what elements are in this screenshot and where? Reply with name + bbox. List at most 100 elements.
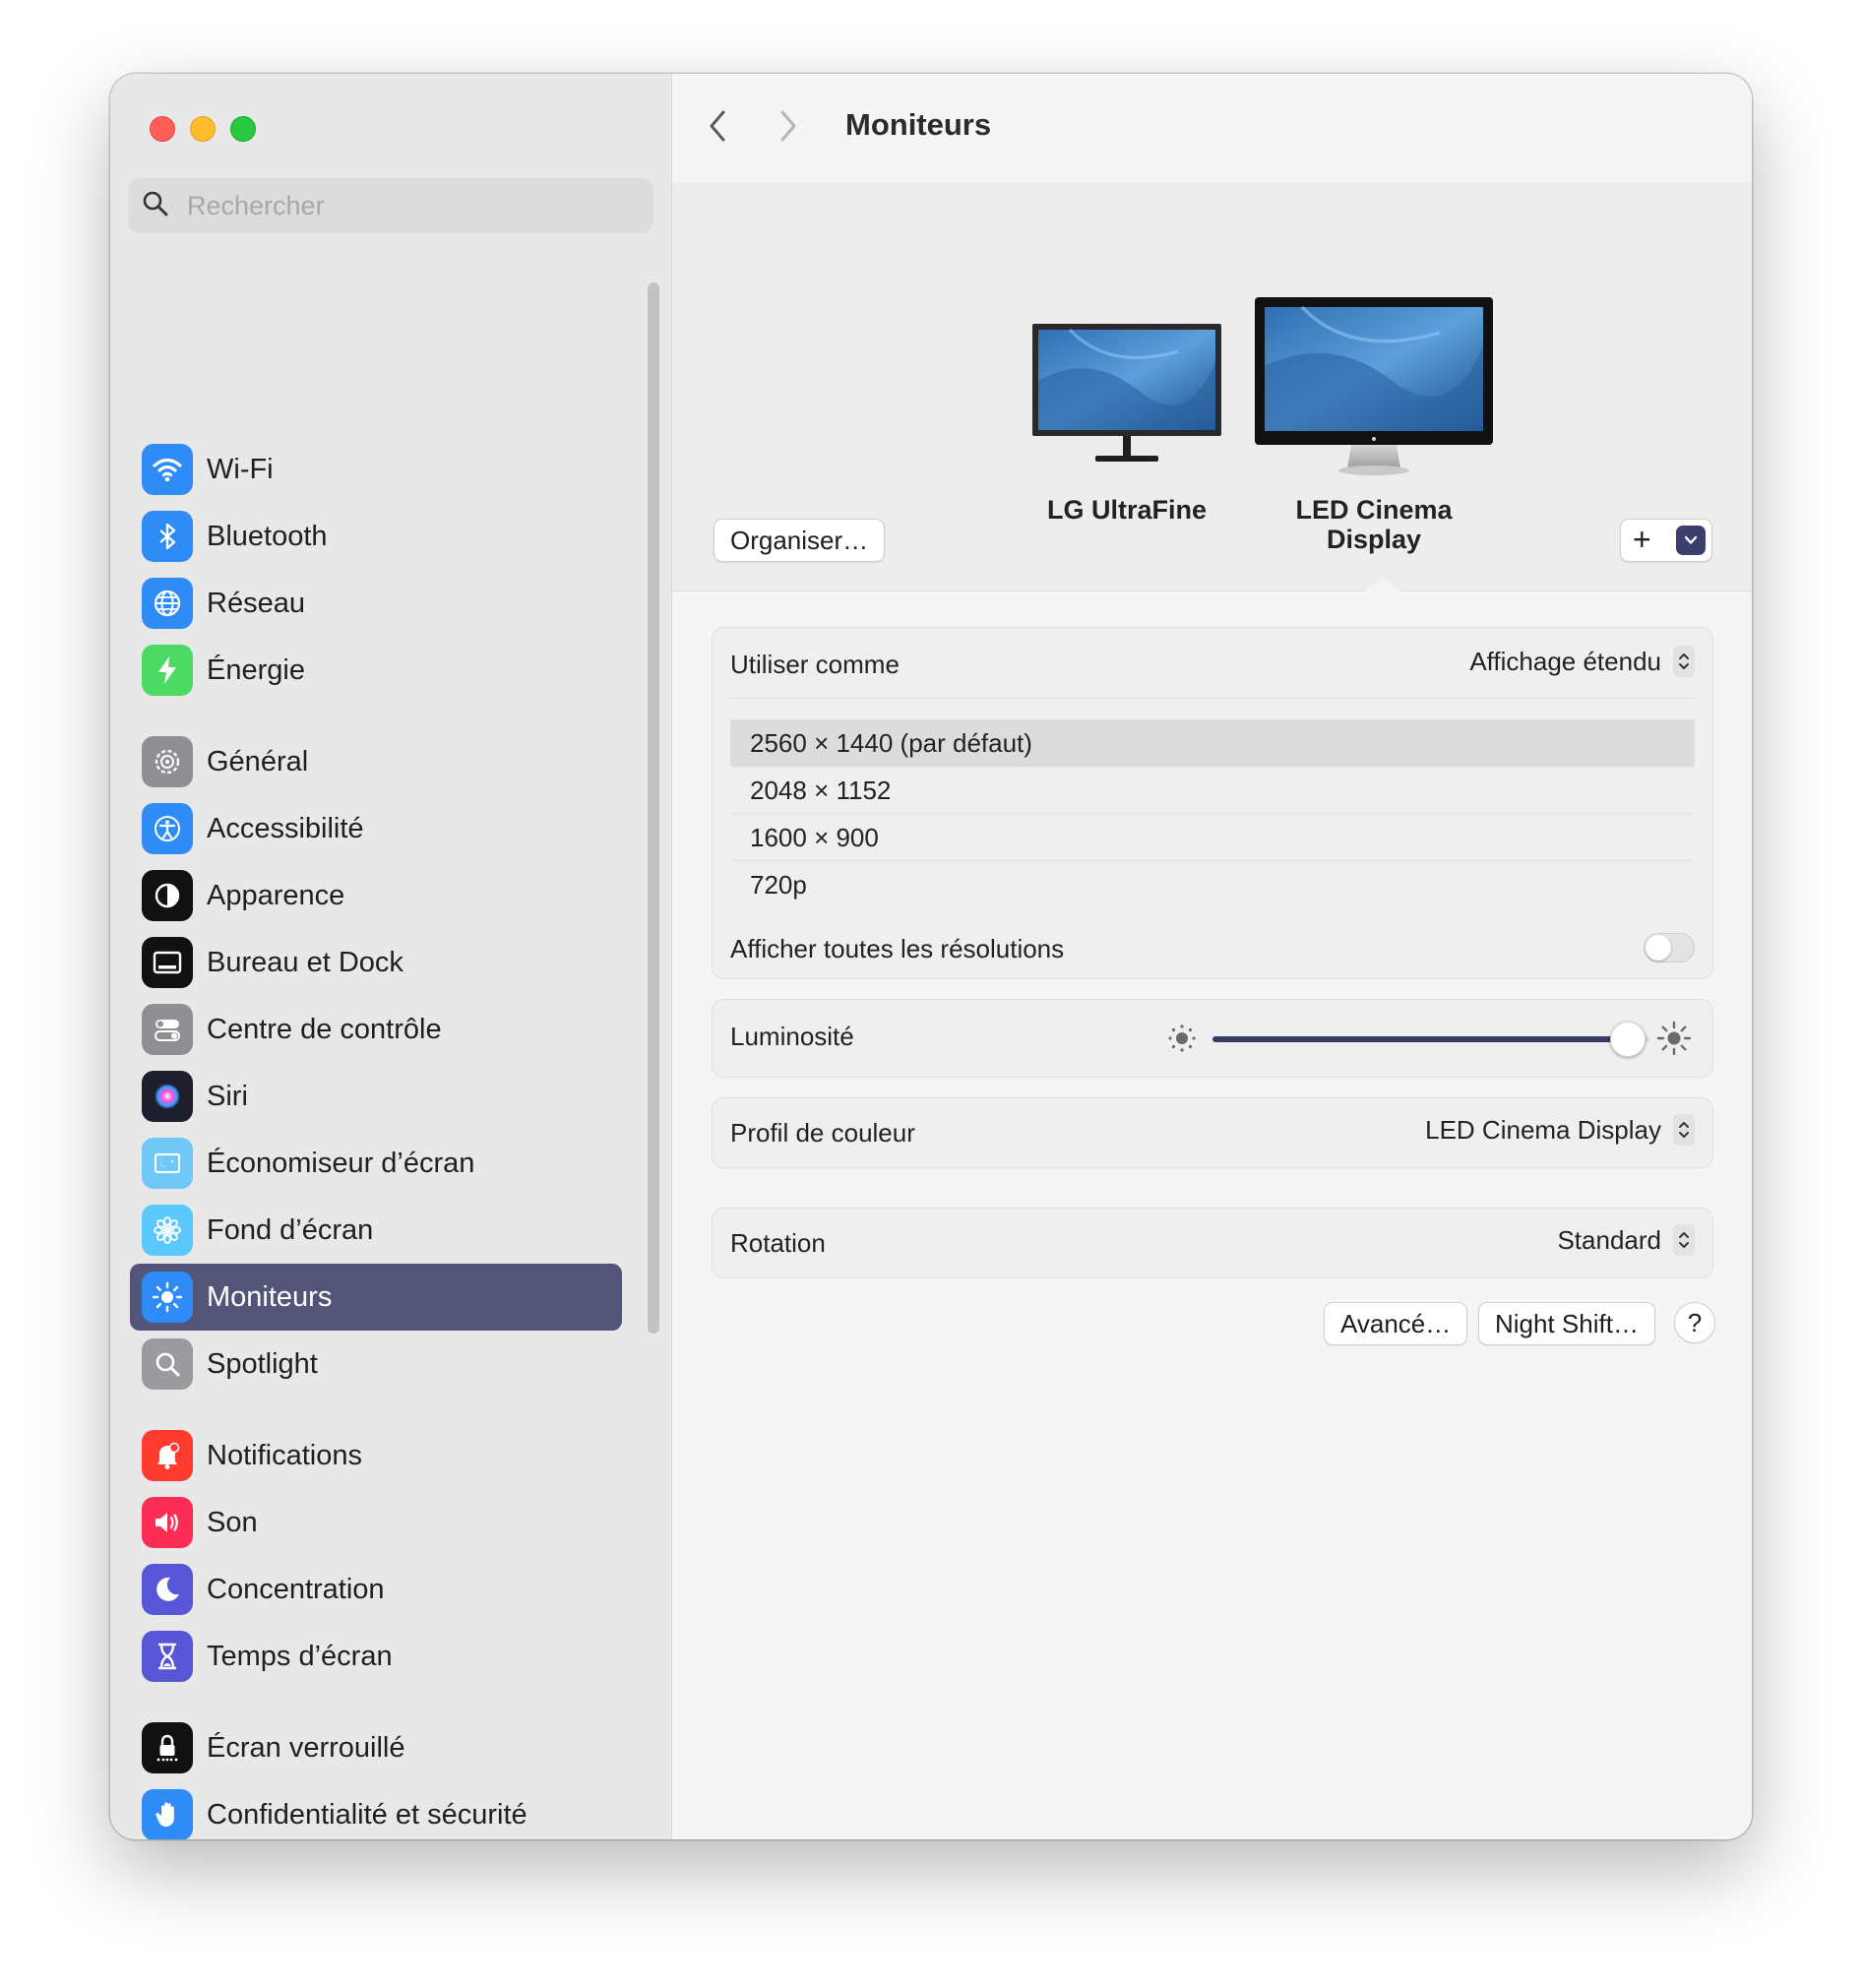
hand-icon xyxy=(142,1789,193,1839)
brightness-card: Luminosité xyxy=(712,999,1713,1078)
color-profile-value: LED Cinema Display xyxy=(1425,1114,1661,1145)
sidebar-item-displays[interactable]: Moniteurs xyxy=(130,1264,622,1331)
brightness-slider[interactable] xyxy=(1212,1022,1649,1057)
wifi-icon xyxy=(142,444,193,495)
sidebar-item-label: Énergie xyxy=(207,653,305,686)
close-button[interactable] xyxy=(150,116,175,142)
sidebar-item-label: Économiseur d’écran xyxy=(207,1147,475,1179)
page-title: Moniteurs xyxy=(845,107,992,142)
color-profile-card: Profil de couleur LED Cinema Display xyxy=(712,1097,1713,1168)
siri-icon xyxy=(142,1071,193,1122)
gear-icon xyxy=(142,736,193,787)
sidebar-item-spotlight[interactable]: Spotlight xyxy=(130,1331,622,1398)
sidebar-item-label: Son xyxy=(207,1506,258,1538)
sidebar-item-appearance[interactable]: Apparence xyxy=(130,862,622,929)
speaker-icon xyxy=(142,1497,193,1548)
sun-low-icon xyxy=(1168,1025,1196,1052)
sidebar-item-wallpaper[interactable]: Fond d’écran xyxy=(130,1197,622,1264)
sidebar-item-lock-screen[interactable]: Écran verrouillé xyxy=(130,1714,622,1781)
settings-window: Wi-Fi Bluetooth Réseau Énergie xyxy=(110,74,1752,1839)
sidebar-item-general[interactable]: Général xyxy=(130,728,622,795)
sidebar-item-accessibility[interactable]: Accessibilité xyxy=(130,795,622,862)
display-label-lg: LG UltraFine xyxy=(1046,495,1207,525)
accessibility-icon xyxy=(142,803,193,854)
advanced-button[interactable]: Avancé… xyxy=(1324,1302,1468,1345)
flower-icon xyxy=(142,1205,193,1256)
sidebar-item-label: Wi-Fi xyxy=(207,453,274,485)
updown-chevron-icon xyxy=(1673,1114,1695,1146)
sidebar-item-label: Moniteurs xyxy=(207,1280,333,1313)
sun-icon xyxy=(142,1272,193,1323)
toolbar: Moniteurs xyxy=(672,74,1752,182)
sidebar-scrollbar[interactable] xyxy=(648,282,659,1334)
resolution-list: 2560 × 1440 (par défaut) 2048 × 1152 160… xyxy=(730,719,1695,908)
display-label-cinema-line2: Display xyxy=(1326,525,1422,554)
sidebar-item-energy[interactable]: Énergie xyxy=(130,637,622,704)
search-input[interactable] xyxy=(185,189,622,222)
sidebar-item-screensaver[interactable]: Économiseur d’écran xyxy=(130,1130,622,1197)
zoom-button[interactable] xyxy=(230,116,256,142)
appearance-icon xyxy=(142,870,193,921)
bluetooth-icon xyxy=(142,511,193,562)
color-profile-popup[interactable]: LED Cinema Display xyxy=(1425,1114,1695,1146)
magnifier-icon xyxy=(142,1338,193,1390)
back-button[interactable] xyxy=(698,106,737,146)
display-label-cinema: LED Cinema Display xyxy=(1275,495,1472,554)
sidebar-item-sound[interactable]: Son xyxy=(130,1489,622,1556)
resolution-option[interactable]: 2560 × 1440 (par défaut) xyxy=(730,719,1695,767)
screensaver-icon xyxy=(142,1138,193,1189)
night-shift-button[interactable]: Night Shift… xyxy=(1478,1302,1655,1345)
sidebar-item-label: Confidentialité et sécurité xyxy=(207,1798,528,1831)
search-field[interactable] xyxy=(128,178,653,233)
sidebar-item-bluetooth[interactable]: Bluetooth xyxy=(130,503,622,570)
sidebar-item-label: Siri xyxy=(207,1080,248,1112)
sun-high-icon xyxy=(1656,1021,1692,1056)
forward-button[interactable] xyxy=(769,106,808,146)
led-cinema-display-monitor[interactable] xyxy=(1253,295,1495,480)
sidebar-item-siri[interactable]: Siri xyxy=(130,1063,622,1130)
bolt-icon xyxy=(142,645,193,696)
plus-icon: + xyxy=(1633,522,1651,557)
sidebar: Wi-Fi Bluetooth Réseau Énergie xyxy=(110,74,672,1839)
chevron-down-icon[interactable] xyxy=(1676,526,1706,555)
add-display-button[interactable]: + xyxy=(1620,519,1712,562)
lock-icon xyxy=(142,1722,193,1773)
sidebar-item-label: Spotlight xyxy=(207,1347,318,1380)
arrange-button[interactable]: Organiser… xyxy=(714,519,886,562)
use-as-popup[interactable]: Affichage étendu xyxy=(1469,646,1695,677)
sidebar-item-screen-time[interactable]: Temps d’écran xyxy=(130,1623,622,1690)
sidebar-item-focus[interactable]: Concentration xyxy=(130,1556,622,1623)
minimize-button[interactable] xyxy=(190,116,216,142)
display-label-cinema-line1: LED Cinema xyxy=(1295,495,1453,525)
show-all-resolutions-label: Afficher toutes les résolutions xyxy=(730,934,1065,963)
rotation-popup[interactable]: Standard xyxy=(1557,1224,1695,1256)
sidebar-item-control-center[interactable]: Centre de contrôle xyxy=(130,996,622,1063)
sidebar-item-label: Apparence xyxy=(207,879,345,911)
rotation-card: Rotation Standard xyxy=(712,1208,1713,1278)
window-controls xyxy=(150,116,256,142)
resolution-option[interactable]: 2048 × 1152 xyxy=(730,767,1695,814)
resolution-option[interactable]: 1600 × 900 xyxy=(730,814,1695,861)
search-icon xyxy=(142,190,169,222)
sidebar-list: Wi-Fi Bluetooth Réseau Énergie Général A… xyxy=(130,436,622,1839)
sidebar-item-label: Réseau xyxy=(207,587,305,619)
selection-pointer xyxy=(1363,578,1402,592)
sidebar-item-privacy-security[interactable]: Confidentialité et sécurité xyxy=(130,1781,622,1839)
show-all-resolutions-toggle[interactable] xyxy=(1644,933,1695,963)
sidebar-item-desktop-dock[interactable]: Bureau et Dock xyxy=(130,929,622,996)
resolution-option[interactable]: 720p xyxy=(730,861,1695,908)
main-pane: Moniteurs LG UltraFine LED Cinema Displa… xyxy=(672,74,1752,1839)
brightness-slider-knob[interactable] xyxy=(1609,1022,1646,1057)
sidebar-item-network[interactable]: Réseau xyxy=(130,570,622,637)
sidebar-item-notifications[interactable]: Notifications xyxy=(130,1422,622,1489)
chevron-left-icon xyxy=(710,110,725,142)
chevron-right-icon xyxy=(780,110,796,142)
color-profile-label: Profil de couleur xyxy=(730,1118,915,1148)
sidebar-item-label: Écran verrouillé xyxy=(207,1731,405,1764)
sidebar-item-wifi[interactable]: Wi-Fi xyxy=(130,436,622,503)
help-button[interactable]: ? xyxy=(1674,1302,1715,1343)
rotation-label: Rotation xyxy=(730,1228,826,1258)
brightness-slider-fill xyxy=(1212,1036,1628,1042)
toggles-icon xyxy=(142,1004,193,1055)
lg-ultrafine-monitor[interactable] xyxy=(1030,322,1223,469)
